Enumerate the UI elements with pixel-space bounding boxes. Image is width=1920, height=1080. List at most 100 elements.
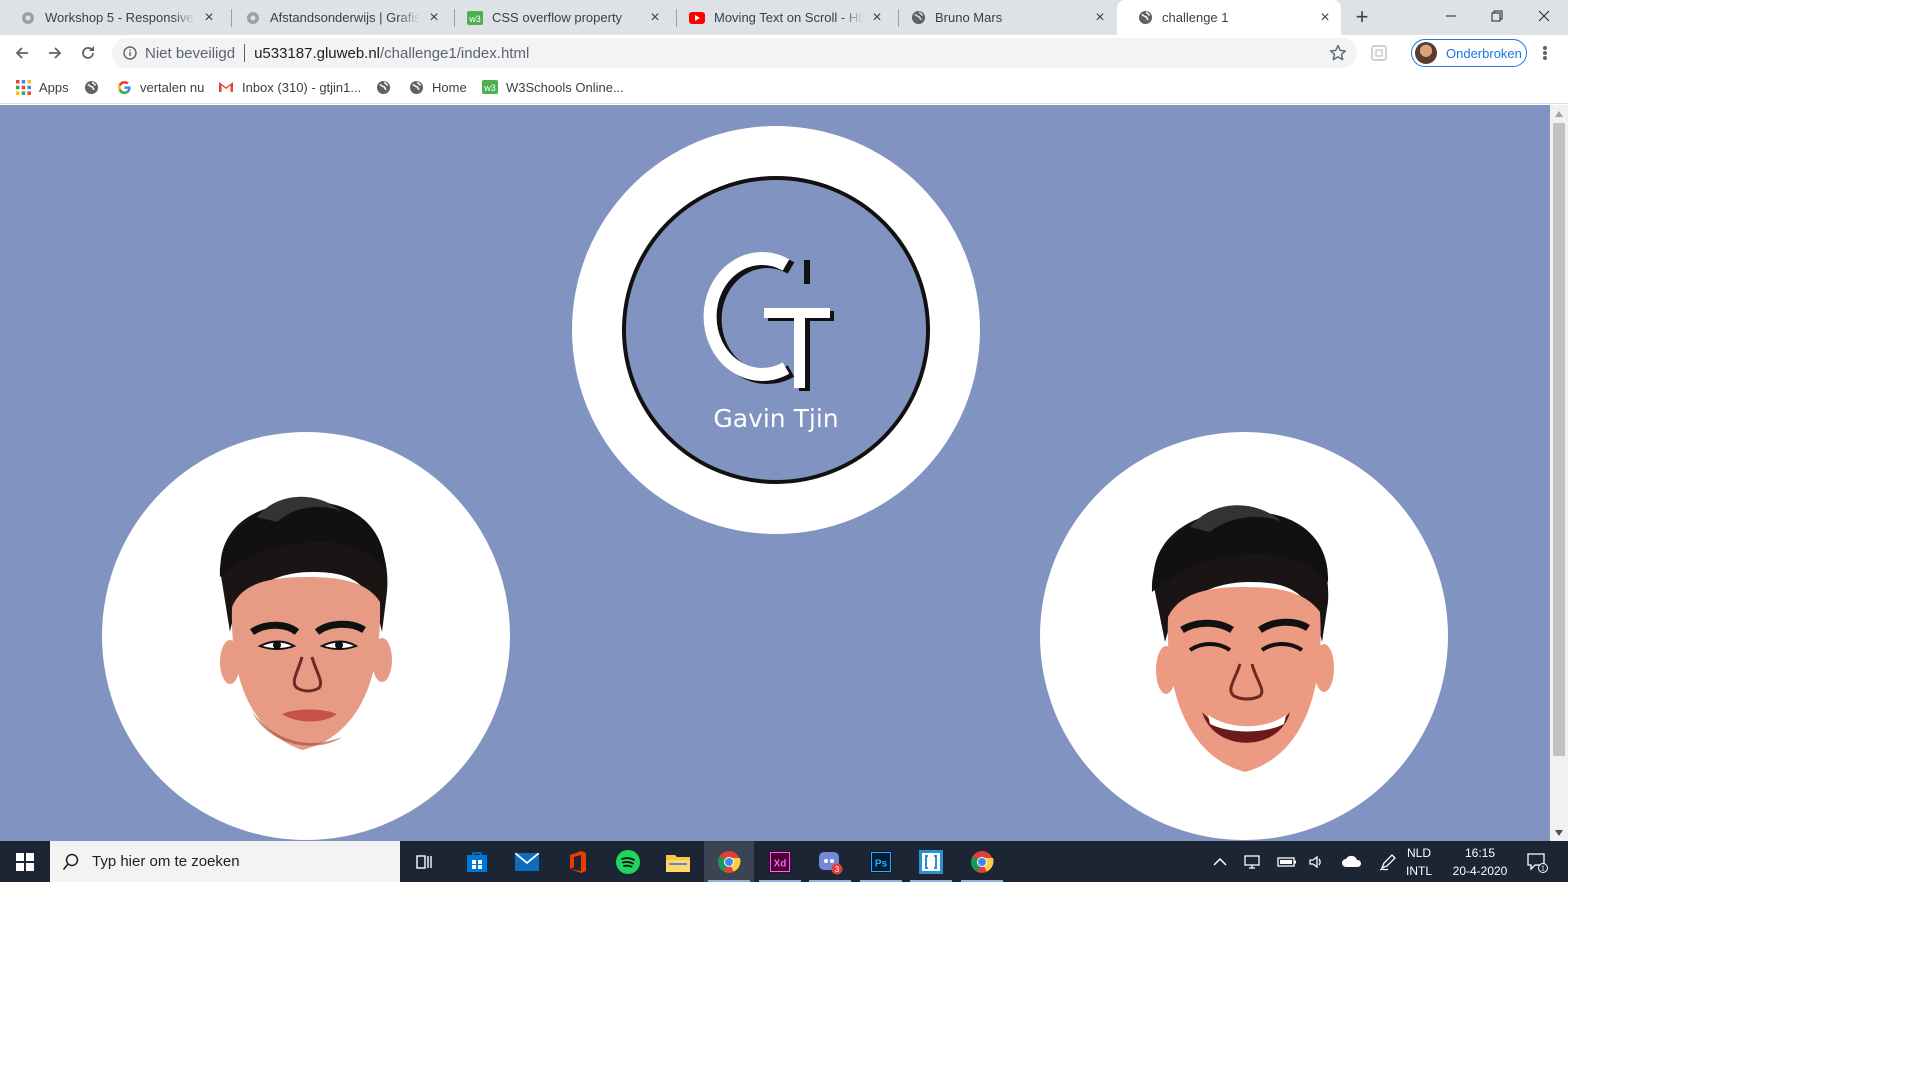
new-tab-button[interactable]: + <box>1350 6 1374 30</box>
spotify-icon[interactable] <box>603 841 653 882</box>
profile-button[interactable]: Onderbroken <box>1411 39 1527 67</box>
back-button[interactable] <box>8 39 36 67</box>
page-viewport: Gavin Tjin <box>0 105 1550 841</box>
scroll-down-icon[interactable] <box>1550 824 1568 841</box>
keyboard-layout: INTL <box>1405 863 1432 878</box>
tab-strip: Workshop 5 - Responsive grid systems × A… <box>0 0 1568 35</box>
bookmark-inbox[interactable]: Inbox (310) - gtjin1... <box>218 77 361 97</box>
profile-label: Onderbroken <box>1446 45 1522 61</box>
bookmark-label: W3Schools Online... <box>506 79 624 95</box>
forward-button[interactable] <box>41 39 69 67</box>
office-icon[interactable] <box>553 841 603 882</box>
store-icon[interactable] <box>452 841 502 882</box>
bookmark-w3schools[interactable]: w3 W3Schools Online... <box>482 77 624 97</box>
reload-button[interactable] <box>74 39 102 67</box>
chrome-icon-2[interactable] <box>957 841 1007 882</box>
notifications-icon[interactable]: 1 <box>1522 841 1552 882</box>
bookmark-home[interactable]: Home <box>408 77 467 97</box>
globe-icon <box>83 79 99 95</box>
tab-moving-text[interactable]: Moving Text on Scroll - Html CSS × <box>669 0 893 35</box>
windows-taskbar: Typ hier om te zoeken Xd 3 Ps NLD INTL 1… <box>0 841 1568 882</box>
svg-text:Xd: Xd <box>774 858 787 869</box>
tab-title: CSS overflow property <box>492 10 623 25</box>
volume-icon[interactable] <box>1304 841 1330 882</box>
windows-logo-icon <box>16 852 34 871</box>
avatar-smiling-illustration <box>1151 505 1334 772</box>
battery-icon[interactable] <box>1274 841 1300 882</box>
adobe-xd-icon[interactable]: Xd <box>755 841 805 882</box>
bookmarks-bar: Apps vertalen nu Inbox (310) - gtjin1...… <box>0 71 1568 104</box>
close-icon[interactable]: × <box>1317 9 1333 26</box>
divider <box>244 44 246 62</box>
task-view-icon[interactable] <box>400 841 450 882</box>
globe-icon <box>375 79 391 95</box>
menu-dots-icon[interactable] <box>1536 44 1554 62</box>
bookmark-star-icon[interactable] <box>1329 44 1347 62</box>
apps-grid-icon <box>15 79 31 95</box>
input-language[interactable]: NLD INTL <box>1404 841 1434 882</box>
bookmark-label: Home <box>432 79 467 95</box>
discord-icon[interactable]: 3 <box>805 841 855 882</box>
pen-workspace-icon[interactable] <box>1374 841 1402 882</box>
bookmark-globe[interactable] <box>83 77 107 97</box>
mail-icon[interactable] <box>502 841 552 882</box>
url-host: u533187.gluweb.nl <box>254 44 381 62</box>
photoshop-icon[interactable]: Ps <box>856 841 906 882</box>
tab-workshop-5[interactable]: Workshop 5 - Responsive grid systems × <box>0 0 225 35</box>
network-icon[interactable] <box>1240 841 1266 882</box>
clock-time: 16:15 <box>1464 845 1496 860</box>
globe-icon <box>1137 10 1153 26</box>
tab-title: Workshop 5 - Responsive grid systems <box>45 10 195 25</box>
address-bar[interactable]: Niet beveiligd u533187.gluweb.nl/challen… <box>112 38 1357 68</box>
minimize-icon <box>1446 15 1456 17</box>
onedrive-icon[interactable] <box>1338 841 1366 882</box>
close-icon[interactable]: × <box>869 9 885 26</box>
avatar-serious-illustration <box>219 496 392 750</box>
tab-css-overflow[interactable]: w3 CSS overflow property × <box>447 0 671 35</box>
language-code: NLD <box>1406 845 1431 860</box>
svg-text:w3: w3 <box>468 14 481 24</box>
search-placeholder: Typ hier om te zoeken <box>92 853 240 870</box>
minimize-button[interactable] <box>1428 0 1474 32</box>
arrow-right-icon <box>49 47 62 59</box>
close-icon[interactable]: × <box>647 9 663 26</box>
w3schools-icon: w3 <box>467 10 483 26</box>
chrome-icon[interactable] <box>704 841 754 882</box>
clock-date: 20-4-2020 <box>1452 863 1508 878</box>
clock[interactable]: 16:15 20-4-2020 <box>1444 841 1516 882</box>
start-button[interactable] <box>0 841 50 882</box>
scrollbar-thumb[interactable] <box>1553 123 1565 756</box>
logo-name: Gavin Tjin <box>713 404 839 433</box>
close-icon[interactable]: × <box>201 9 217 26</box>
notification-count: 1 <box>1541 865 1545 872</box>
extension-icon[interactable] <box>1370 44 1388 62</box>
tab-afstandsonderwijs[interactable]: Afstandsonderwijs | Grafisch Lyceum × <box>225 0 450 35</box>
bookmark-vertalen-nu[interactable]: vertalen nu <box>116 77 204 97</box>
tab-challenge-1[interactable]: challenge 1 × <box>1117 0 1341 35</box>
close-icon[interactable]: × <box>426 9 442 26</box>
taskbar-search[interactable]: Typ hier om te zoeken <box>50 841 400 882</box>
page-scrollbar[interactable] <box>1550 105 1568 841</box>
restore-icon <box>1491 10 1503 22</box>
scroll-up-icon[interactable] <box>1550 105 1568 122</box>
url-text[interactable]: u533187.gluweb.nl/challenge1/index.html <box>254 45 529 62</box>
info-icon[interactable] <box>122 45 138 61</box>
brackets-icon[interactable] <box>906 841 956 882</box>
close-window-button[interactable] <box>1521 0 1567 32</box>
close-icon <box>1538 10 1550 22</box>
bookmark-apps[interactable]: Apps <box>15 77 69 97</box>
globe-icon <box>408 79 424 95</box>
logo-ring <box>622 176 930 484</box>
restore-button[interactable] <box>1474 0 1520 32</box>
file-explorer-icon[interactable] <box>653 841 703 882</box>
bookmark-label: Apps <box>39 79 69 95</box>
svg-text:Ps: Ps <box>875 858 888 869</box>
reload-icon <box>82 46 94 59</box>
bookmark-globe-2[interactable] <box>375 77 399 97</box>
tab-bruno-mars[interactable]: Bruno Mars × <box>890 0 1116 35</box>
search-icon <box>62 853 80 871</box>
close-icon[interactable]: × <box>1092 9 1108 26</box>
tab-title: Afstandsonderwijs | Grafisch Lyceum <box>270 10 420 25</box>
arrow-left-icon <box>15 47 28 59</box>
chevron-up-icon[interactable] <box>1208 841 1232 882</box>
